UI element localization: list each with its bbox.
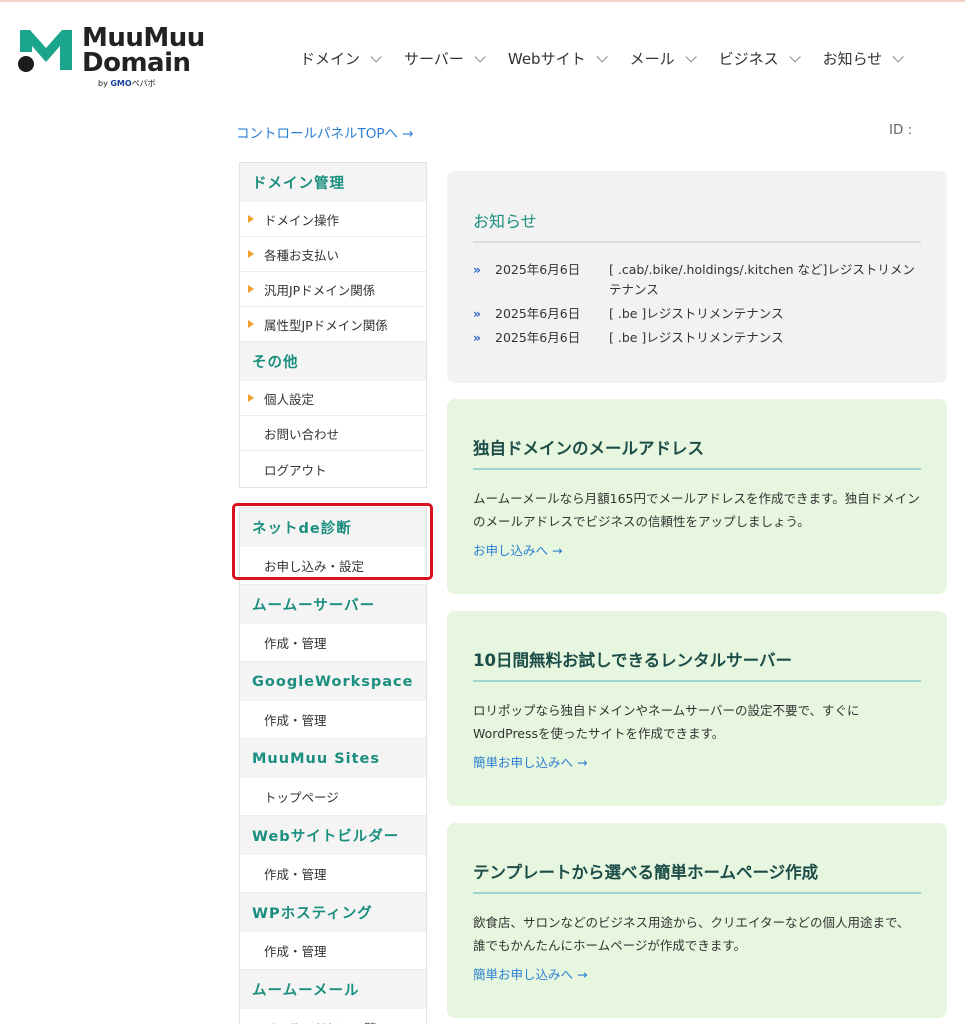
sidebar-item-wp-manage[interactable]: 作成・管理 (240, 932, 426, 970)
sidebar-heading-net-de-shindan: ネットde診断 (240, 508, 426, 547)
sidebar-item-builder-manage[interactable]: 作成・管理 (240, 855, 426, 893)
control-panel-top-link[interactable]: コントロールパネルTOPへ → (236, 122, 414, 142)
sidebar-item-attribute-jp[interactable]: 属性型JPドメイン関係 (240, 307, 426, 342)
logo-mark-icon (18, 30, 72, 72)
sidebar-item-sites-top[interactable]: トップページ (240, 778, 426, 816)
news-item: » 2025年6月6日 [ .be ]レジストリメンテナンス (473, 304, 923, 324)
sidebar-heading-muumuu-mail: ムームーメール (240, 970, 426, 1009)
logo-byline: by GMOペパボ (98, 79, 156, 88)
sidebar-heading-domain: ドメイン管理 (240, 163, 426, 202)
promo-title: 10日間無料お試しできるレンタルサーバー (473, 651, 792, 670)
news-link[interactable]: [ .be ]レジストリメンテナンス (609, 328, 923, 348)
news-link[interactable]: [ .be ]レジストリメンテナンス (609, 304, 923, 324)
muumuu-domain-logo[interactable]: MuuMuu Domain by GMOペパボ (16, 25, 205, 88)
sidebar-item-mail-list[interactable]: メールアドレス一覧 (240, 1009, 426, 1024)
news-date: 2025年6月6日 (495, 262, 581, 277)
top-border (0, 0, 965, 2)
divider (473, 241, 921, 243)
sidebar-item-general-jp[interactable]: 汎用JPドメイン関係 (240, 272, 426, 307)
sidebar-heading-other: その他 (240, 342, 426, 381)
promo-apply-link[interactable]: 簡単お申し込みへ → (473, 752, 587, 771)
sidebar-heading-muumuu-sites: MuuMuu Sites (240, 739, 426, 778)
sidebar-heading-website-builder: Webサイトビルダー (240, 816, 426, 855)
promo-body: ロリポップなら独自ドメインやネームサーバーの設定不要で、すぐにWordPress… (473, 703, 860, 741)
promo-body: ムームーメールなら月額165円でメールアドレスを作成できます。独自ドメインのメー… (473, 491, 920, 529)
sidebar-item-server-manage[interactable]: 作成・管理 (240, 624, 426, 662)
id-label: ID : (889, 122, 913, 138)
nav-mail[interactable]: メール (630, 48, 697, 69)
promo-apply-link[interactable]: お申し込みへ → (473, 540, 562, 559)
nav-server[interactable]: サーバー (404, 48, 486, 69)
news-title: お知らせ (473, 212, 537, 231)
chevron-down-icon (596, 50, 608, 63)
chevron-down-icon (685, 50, 697, 63)
sidebar-heading-wp-hosting: WPホスティング (240, 893, 426, 932)
chevron-down-icon (370, 50, 382, 63)
sidebar-item-payments[interactable]: 各種お支払い (240, 237, 426, 272)
divider (473, 892, 921, 894)
sidebar-item-workspace-manage[interactable]: 作成・管理 (240, 701, 426, 739)
double-chevron-icon: » (473, 262, 482, 277)
sidebar: ドメイン管理 ドメイン操作 各種お支払い 汎用JPドメイン関係 属性型JPドメイ… (239, 162, 427, 1024)
divider (473, 468, 921, 470)
double-chevron-icon: » (473, 306, 482, 321)
promo-card-mail: 独自ドメインのメールアドレス ムームーメールなら月額165円でメールアドレスを作… (447, 399, 947, 594)
news-date: 2025年6月6日 (495, 330, 581, 345)
nav-news[interactable]: お知らせ (823, 48, 905, 69)
global-nav: ドメイン サーバー Webサイト メール ビジネス お知らせ (300, 48, 926, 69)
divider (473, 680, 921, 682)
news-link[interactable]: [ .cab/.bike/.holdings/.kitchen など]レジストリ… (609, 260, 923, 300)
double-chevron-icon: » (473, 330, 482, 345)
promo-card-homepage: テンプレートから選べる簡単ホームページ作成 飲食店、サロンなどのビジネス用途から… (447, 823, 947, 1018)
promo-card-server: 10日間無料お試しできるレンタルサーバー ロリポップなら独自ドメインやネームサー… (447, 611, 947, 806)
sidebar-item-domain-ops[interactable]: ドメイン操作 (240, 202, 426, 237)
nav-domain[interactable]: ドメイン (300, 48, 382, 69)
nav-website[interactable]: Webサイト (508, 48, 608, 69)
logo-wordmark: MuuMuu Domain (82, 23, 205, 78)
nav-business[interactable]: ビジネス (719, 48, 801, 69)
promo-title: テンプレートから選べる簡単ホームページ作成 (473, 863, 819, 882)
sidebar-heading-google-workspace: GoogleWorkspace (240, 662, 426, 701)
promo-title: 独自ドメインのメールアドレス (473, 439, 704, 458)
sidebar-item-logout[interactable]: ログアウト (240, 451, 426, 487)
sidebar-item-net-de-shindan-apply[interactable]: お申し込み・設定 (240, 547, 426, 585)
chevron-down-icon (474, 50, 486, 63)
sidebar-group-other: その他 個人設定 お問い合わせ ログアウト (239, 342, 427, 488)
sidebar-group-domain: ドメイン管理 ドメイン操作 各種お支払い 汎用JPドメイン関係 属性型JPドメイ… (239, 162, 427, 342)
news-item: » 2025年6月6日 [ .cab/.bike/.holdings/.kitc… (473, 260, 923, 300)
sidebar-item-personal-settings[interactable]: 個人設定 (240, 381, 426, 416)
chevron-down-icon (892, 50, 905, 63)
promo-body: 飲食店、サロンなどのビジネス用途から、クリエイターなどの個人用途まで、 誰でもか… (473, 915, 910, 953)
news-item: » 2025年6月6日 [ .be ]レジストリメンテナンス (473, 328, 923, 348)
sidebar-item-contact[interactable]: お問い合わせ (240, 416, 426, 451)
news-panel: お知らせ » 2025年6月6日 [ .cab/.bike/.holdings/… (447, 171, 947, 383)
sidebar-group-services: ネットde診断 お申し込み・設定 ムームーサーバー 作成・管理 GoogleWo… (239, 507, 427, 1024)
sidebar-heading-muumuu-server: ムームーサーバー (240, 585, 426, 624)
news-date: 2025年6月6日 (495, 306, 581, 321)
promo-apply-link[interactable]: 簡単お申し込みへ → (473, 964, 587, 983)
chevron-down-icon (789, 50, 801, 63)
